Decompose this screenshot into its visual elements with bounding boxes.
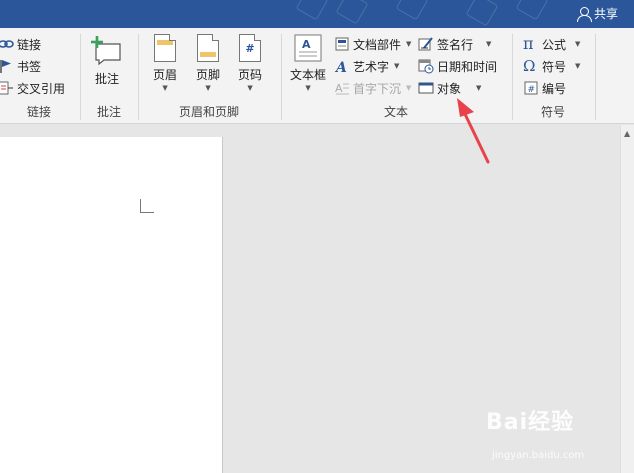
watermark-logo: Bai经验 xyxy=(486,410,575,435)
watermark-url: jingyan.baidu.com xyxy=(492,450,585,461)
annotation-arrow xyxy=(457,98,490,164)
